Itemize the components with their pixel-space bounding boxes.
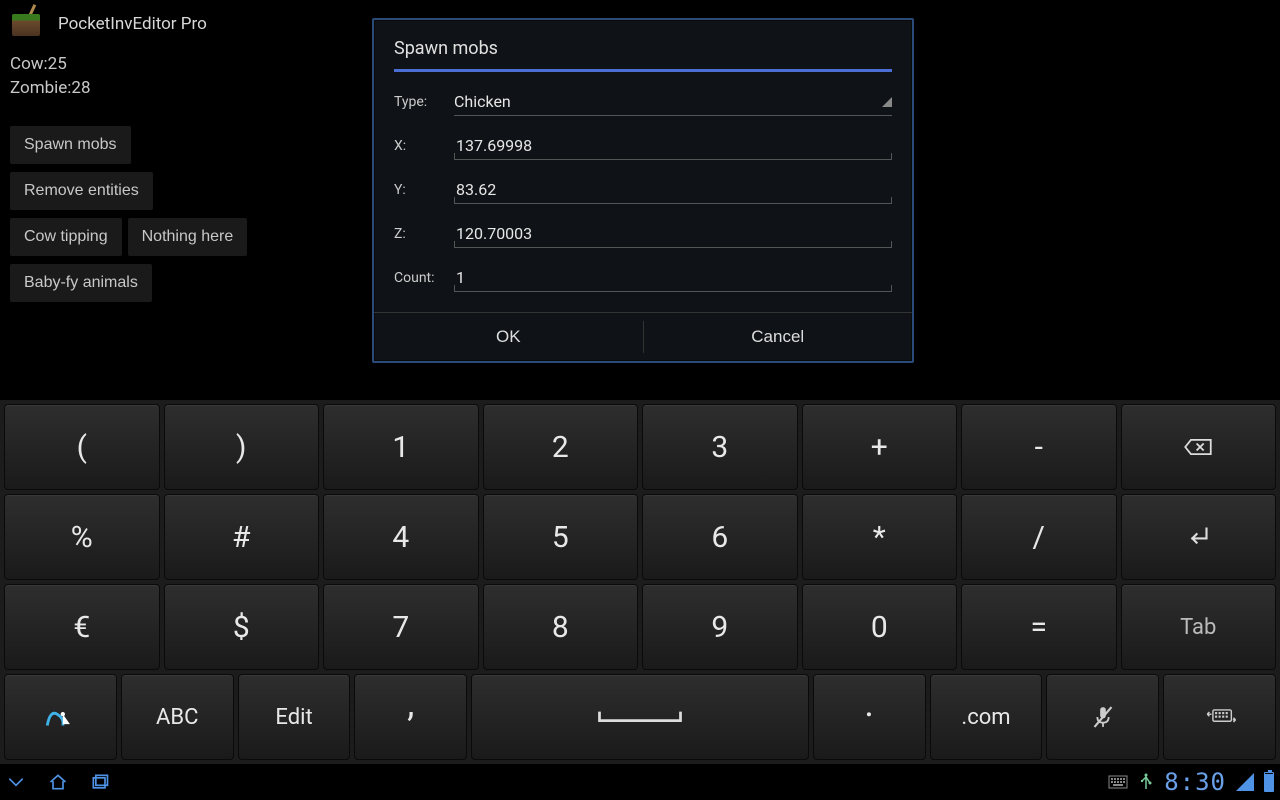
key-hide-keyboard[interactable] [1163,674,1276,760]
key-swype[interactable] [4,674,117,760]
y-label: Y: [394,182,454,198]
space-icon [595,707,685,727]
key-0[interactable]: 0 [802,584,958,670]
cancel-button[interactable]: Cancel [644,313,913,361]
swype-icon [43,700,77,734]
dropdown-triangle-icon [882,97,892,107]
nav-recent-button[interactable] [90,772,110,792]
type-value: Chicken [454,92,511,111]
app-title: PocketInvEditor Pro [58,14,207,34]
z-label: Z: [394,226,454,242]
status-usb-icon [1138,773,1154,791]
on-screen-keyboard: ( ) 1 2 3 + - % # 4 5 6 * / € $ 7 8 9 [0,400,1280,764]
keyboard-hide-icon [1203,700,1237,734]
status-signal-icon [1236,773,1254,791]
x-input[interactable]: 137.69998 [454,132,892,160]
key-tab[interactable]: Tab [1121,584,1277,670]
key-8[interactable]: 8 [483,584,639,670]
spawn-mobs-dialog: Spawn mobs Type: Chicken X: 137.69998 Y:… [372,18,914,363]
type-spinner[interactable]: Chicken [454,88,892,116]
nav-home-button[interactable] [48,772,68,792]
key-com[interactable]: .com [930,674,1043,760]
key-percent[interactable]: % [4,494,160,580]
count-input[interactable]: 1 [454,264,892,292]
y-input[interactable]: 83.62 [454,176,892,204]
nav-back-button[interactable] [6,772,26,792]
key-star[interactable]: * [802,494,958,580]
mic-muted-icon [1086,700,1120,734]
babyfy-animals-button[interactable]: Baby-fy animals [10,264,152,302]
ok-button[interactable]: OK [374,313,643,361]
spawn-mobs-button[interactable]: Spawn mobs [10,126,131,164]
dialog-title: Spawn mobs [394,34,892,69]
key-9[interactable]: 9 [642,584,798,670]
key-4[interactable]: 4 [323,494,479,580]
key-slash[interactable]: / [961,494,1117,580]
key-7[interactable]: 7 [323,584,479,670]
system-navbar: 8:30 [0,764,1280,800]
remove-entities-button[interactable]: Remove entities [10,172,153,210]
app-icon [10,6,46,42]
key-3[interactable]: 3 [642,404,798,490]
type-label: Type: [394,94,454,110]
key-comma[interactable]: , [354,674,467,760]
key-6[interactable]: 6 [642,494,798,580]
key-1[interactable]: 1 [323,404,479,490]
key-dot[interactable]: . [813,674,926,760]
key-plus[interactable]: + [802,404,958,490]
z-input[interactable]: 120.70003 [454,220,892,248]
key-dollar[interactable]: $ [164,584,320,670]
key-hash[interactable]: # [164,494,320,580]
key-edit[interactable]: Edit [238,674,351,760]
x-label: X: [394,138,454,154]
key-minus[interactable]: - [961,404,1117,490]
status-battery-icon [1264,772,1274,792]
cow-tipping-button[interactable]: Cow tipping [10,218,122,256]
nothing-here-button[interactable]: Nothing here [128,218,248,256]
key-lparen[interactable]: ( [4,404,160,490]
status-clock: 8:30 [1164,768,1226,796]
key-equals[interactable]: = [961,584,1117,670]
key-abc[interactable]: ABC [121,674,234,760]
key-enter[interactable] [1121,494,1277,580]
key-space[interactable] [471,674,809,760]
key-2[interactable]: 2 [483,404,639,490]
enter-icon [1181,520,1215,554]
status-keyboard-icon [1108,775,1128,789]
key-euro[interactable]: € [4,584,160,670]
key-5[interactable]: 5 [483,494,639,580]
backspace-icon [1181,430,1215,464]
dialog-title-underline [394,69,892,72]
key-backspace[interactable] [1121,404,1277,490]
key-mic[interactable] [1046,674,1159,760]
key-rparen[interactable]: ) [164,404,320,490]
count-label: Count: [394,270,454,286]
